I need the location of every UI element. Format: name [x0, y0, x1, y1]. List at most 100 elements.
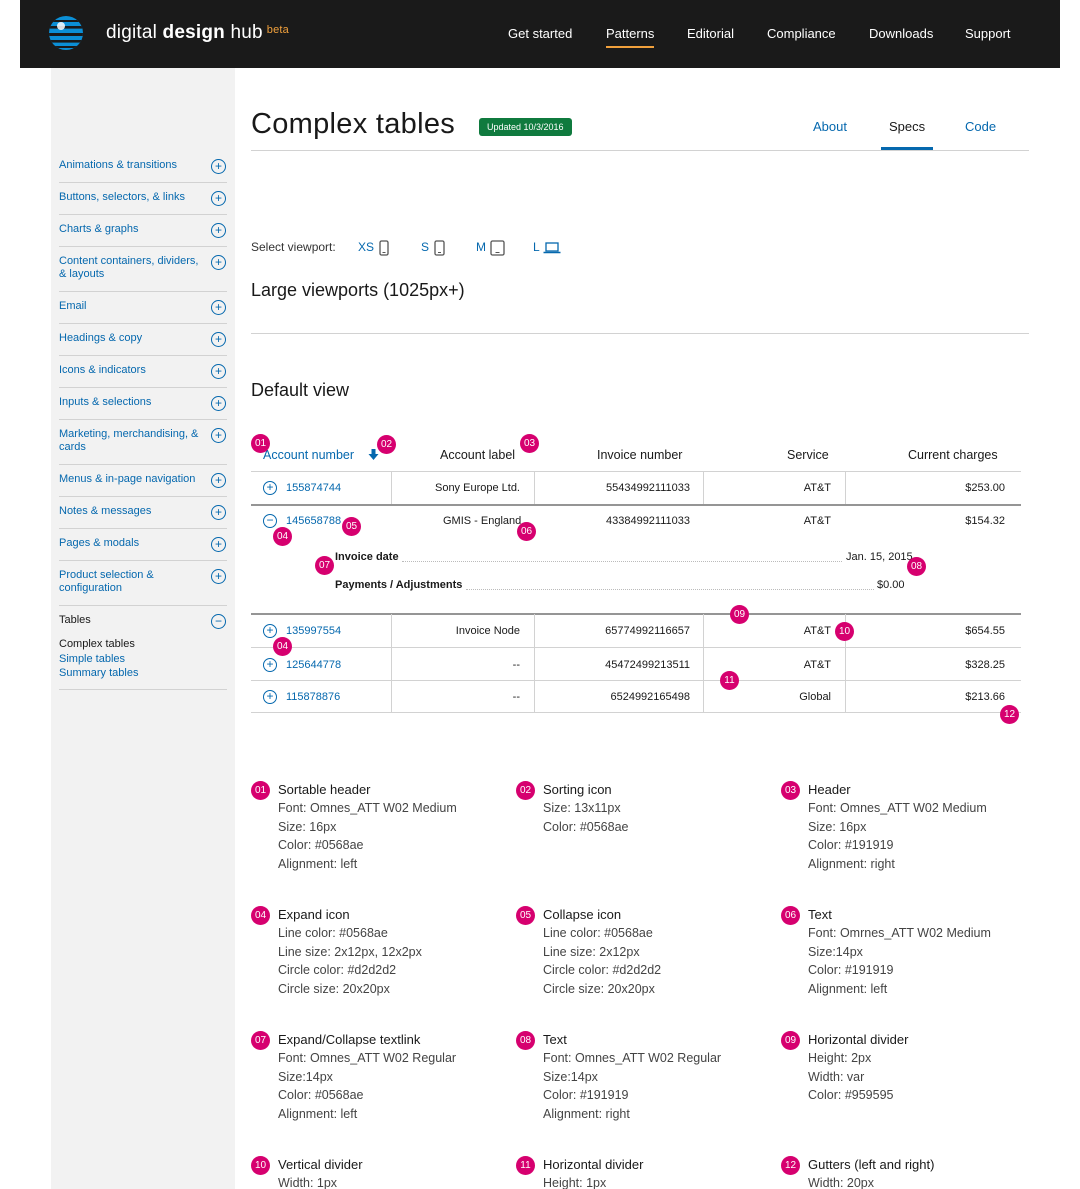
expand-icon[interactable]: +: [211, 505, 226, 520]
expand-icon[interactable]: +: [211, 537, 226, 552]
spec-title: Text: [808, 907, 832, 922]
sidebar-item[interactable]: Pages & modals: [59, 537, 227, 550]
account-link[interactable]: 145658788: [286, 515, 341, 527]
sidebar-item[interactable]: Product selection & configuration: [59, 569, 227, 595]
sidebar-item-label: Inputs & selections: [59, 396, 152, 408]
sidebar-item[interactable]: Tables: [59, 614, 227, 627]
expand-icon[interactable]: +: [211, 159, 226, 174]
spec-line: Size:14px: [808, 944, 863, 959]
header-invoice-number: Invoice number: [597, 448, 683, 462]
sidebar-item[interactable]: Icons & indicators: [59, 364, 227, 377]
sidebar-item[interactable]: Menus & in-page navigation: [59, 473, 227, 486]
expand-icon[interactable]: +: [211, 332, 226, 347]
sidebar-divider: [59, 323, 227, 324]
expand-icon[interactable]: +: [263, 658, 277, 672]
account-label: --: [512, 659, 520, 671]
sidebar-divider: [59, 419, 227, 420]
brand-bold: design: [162, 22, 225, 43]
sidebar-item[interactable]: Headings & copy: [59, 332, 227, 345]
laptop-icon[interactable]: [543, 242, 561, 254]
tab-code[interactable]: Code: [965, 119, 996, 134]
viewport-l[interactable]: L: [533, 240, 540, 254]
nav-support[interactable]: Support: [965, 26, 1011, 41]
spec-badge: 10: [251, 1156, 270, 1175]
expand-icon[interactable]: +: [211, 191, 226, 206]
nav-get-started[interactable]: Get started: [508, 26, 572, 41]
sidebar-item[interactable]: Animations & transitions: [59, 159, 227, 172]
spec-badge: 07: [251, 1031, 270, 1050]
nav-patterns[interactable]: Patterns: [606, 26, 655, 48]
sort-arrow-icon[interactable]: [368, 449, 379, 461]
brand-name[interactable]: digital design hub beta: [106, 22, 289, 44]
spec-title: Sorting icon: [543, 782, 612, 797]
expand-icon[interactable]: +: [211, 223, 226, 238]
account-link[interactable]: 135997554: [286, 625, 341, 637]
sidebar-item[interactable]: Inputs & selections: [59, 396, 227, 409]
spec-badge: 06: [781, 906, 800, 925]
collapse-icon[interactable]: −: [263, 514, 277, 528]
expand-icon[interactable]: +: [263, 624, 277, 638]
expand-icon[interactable]: +: [211, 300, 226, 315]
annotation-badge: 04: [273, 527, 292, 546]
account-link[interactable]: 115878876: [286, 691, 340, 703]
tab-specs[interactable]: Specs: [889, 119, 925, 134]
sidebar-divider: [59, 464, 227, 465]
expand-icon[interactable]: +: [211, 364, 226, 379]
header-account-number[interactable]: Account number: [263, 448, 354, 462]
tab-about[interactable]: About: [813, 119, 847, 134]
service: AT&T: [803, 625, 831, 637]
phablet-icon[interactable]: [434, 240, 445, 256]
sidebar-item[interactable]: Content containers, dividers, & layouts: [59, 255, 227, 281]
vertical-divider: [534, 614, 535, 713]
expand-icon[interactable]: +: [211, 396, 226, 411]
spec-badge: 05: [516, 906, 535, 925]
expand-icon[interactable]: +: [211, 473, 226, 488]
spec-line: Size: 13x11px: [543, 801, 621, 815]
nav-editorial[interactable]: Editorial: [687, 26, 734, 41]
nav-downloads[interactable]: Downloads: [869, 26, 933, 41]
vertical-divider: [845, 472, 846, 504]
payments-label: Payments / Adjustments: [335, 579, 463, 591]
sidebar-item[interactable]: Notes & messages: [59, 505, 227, 518]
nav-compliance[interactable]: Compliance: [767, 26, 836, 41]
tablet-icon[interactable]: [490, 240, 505, 256]
top-navigation-bar: digital design hub beta Get started Patte…: [20, 0, 1060, 68]
account-label: GMIS - England: [443, 515, 522, 527]
sidebar-sub-item[interactable]: Summary tables: [59, 667, 138, 679]
vertical-divider: [703, 614, 704, 713]
current-charges: $328.25: [965, 659, 1005, 671]
spec-line: Size:14px: [543, 1069, 598, 1084]
sidebar-sub-item[interactable]: Complex tables: [59, 638, 135, 650]
spec-title: Expand/Collapse textlink: [278, 1032, 421, 1047]
spec-line: Color: #191919: [808, 963, 894, 978]
viewport-s[interactable]: S: [421, 240, 429, 254]
expand-icon[interactable]: +: [263, 690, 277, 704]
att-globe-logo-icon[interactable]: [48, 14, 84, 52]
collapse-icon[interactable]: −: [211, 614, 226, 629]
invoice-number: 6524992165498: [610, 691, 690, 703]
expand-icon[interactable]: +: [211, 255, 226, 270]
phone-icon[interactable]: [379, 240, 389, 256]
expand-icon[interactable]: +: [263, 481, 277, 495]
viewport-m[interactable]: M: [476, 240, 486, 254]
sidebar-item[interactable]: Email: [59, 300, 227, 313]
spec-badge: 04: [251, 906, 270, 925]
current-charges: $253.00: [965, 482, 1005, 494]
expand-icon[interactable]: +: [211, 428, 226, 443]
spec-badge: 08: [516, 1031, 535, 1050]
sidebar-item-label: Pages & modals: [59, 537, 140, 549]
account-link[interactable]: 125644778: [286, 659, 341, 671]
sidebar-item[interactable]: Buttons, selectors, & links: [59, 191, 227, 204]
expand-icon[interactable]: +: [211, 569, 226, 584]
spec-line: Size: 16px: [808, 819, 867, 834]
sidebar-item-label: Icons & indicators: [59, 364, 146, 376]
service: AT&T: [803, 515, 831, 527]
sidebar-item[interactable]: Marketing, merchandising, & cards: [59, 428, 227, 454]
sidebar-item[interactable]: Charts & graphs: [59, 223, 227, 236]
viewport-xs[interactable]: XS: [358, 240, 374, 254]
header-account-label: Account label: [440, 448, 516, 462]
horizontal-divider-dark: [251, 613, 1021, 615]
sidebar-sub-item[interactable]: Simple tables: [59, 653, 125, 665]
account-link[interactable]: 155874744: [286, 482, 341, 494]
service: Global: [799, 691, 831, 703]
